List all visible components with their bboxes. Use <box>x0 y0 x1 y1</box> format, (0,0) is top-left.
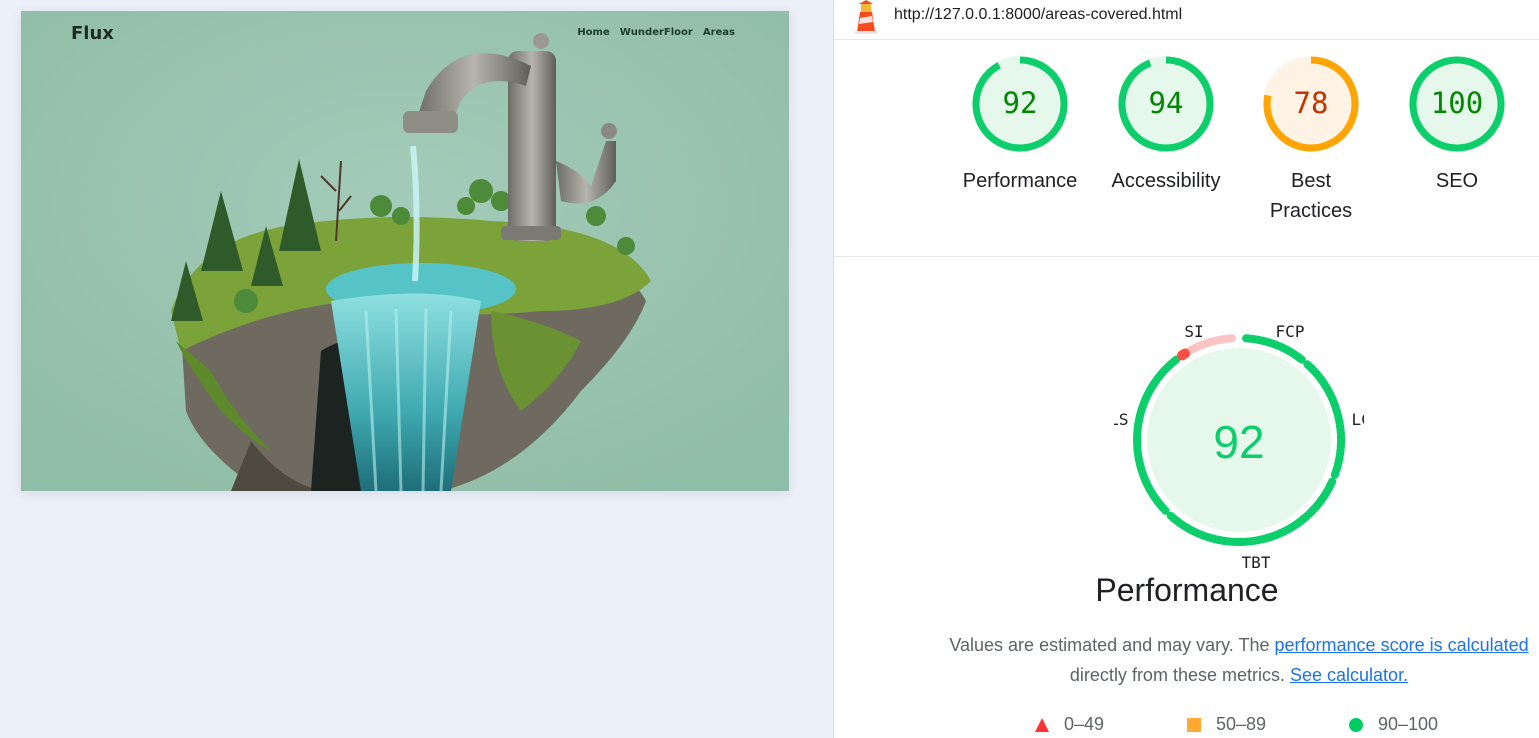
gauge-accessibility[interactable]: 94 Accessibility <box>1091 54 1241 196</box>
nav-areas[interactable]: Areas <box>703 27 735 38</box>
lighthouse-icon <box>855 0 877 34</box>
performance-title: Performance <box>1095 572 1279 608</box>
legend-pass: 90–100 <box>1348 714 1438 735</box>
performance-score: 92 <box>1213 416 1264 468</box>
gauge-label: SEO <box>1435 170 1479 192</box>
site-nav: Home WunderFloor Areas <box>577 27 735 38</box>
gauge-best-practices[interactable]: 78 Best Practices <box>1236 54 1386 226</box>
nav-home[interactable]: Home <box>577 27 609 38</box>
legend-range: 0–49 <box>1064 714 1105 734</box>
gauge-label: Accessibility <box>1111 170 1221 192</box>
legend-range: 50–89 <box>1216 714 1267 734</box>
gauge-score: 92 <box>1002 86 1038 120</box>
performance-metric-gauge[interactable]: 92 SI FCP LCP TBT CLS <box>1114 318 1364 578</box>
gauge-seo[interactable]: 100 SEO <box>1382 54 1532 196</box>
gauge-label: Performance <box>962 170 1078 192</box>
note-text-1: Values are estimated and may vary. The <box>949 635 1275 655</box>
score-gauges: 92 Performance 94 Accessibility 78 Best … <box>834 40 1539 257</box>
page-url[interactable]: http://127.0.0.1:8000/areas-covered.html <box>894 6 1182 24</box>
legend-average: 50–89 <box>1186 714 1266 735</box>
lighthouse-report: http://127.0.0.1:8000/areas-covered.html… <box>833 0 1539 738</box>
gauge-score: 94 <box>1148 86 1184 120</box>
metric-label-cls: CLS <box>1114 410 1128 429</box>
gauge-score: 100 <box>1430 86 1484 120</box>
gauge-score: 78 <box>1293 86 1329 120</box>
triangle-icon <box>1035 717 1049 732</box>
url-bar: http://127.0.0.1:8000/areas-covered.html <box>834 0 1539 40</box>
note-text-2: directly from these metrics. <box>1069 665 1285 685</box>
circle-icon <box>1349 717 1363 732</box>
score-legend: 0–49 50–89 90–100 <box>1034 714 1494 738</box>
square-icon <box>1187 717 1201 732</box>
metric-label-fcp: FCP <box>1276 322 1305 341</box>
metric-arc-si <box>1176 348 1190 361</box>
legend-range: 90–100 <box>1378 714 1439 734</box>
metric-label-tbt: TBT <box>1242 553 1271 572</box>
site-preview: Flux Home WunderFloor Areas <box>21 11 789 491</box>
nav-wunderfloor[interactable]: WunderFloor <box>620 27 693 38</box>
see-calculator-link[interactable]: See calculator. <box>1290 665 1408 685</box>
estimate-note: Values are estimated and may vary. The p… <box>944 630 1534 690</box>
hero-image <box>21 11 789 491</box>
metric-label-lcp: LCP <box>1352 410 1364 429</box>
gauge-label: Best Practices <box>1269 170 1353 222</box>
score-calculated-link[interactable]: performance score is calculated <box>1275 635 1529 655</box>
gauge-performance[interactable]: 92 Performance <box>945 54 1095 196</box>
metric-label-si: SI <box>1184 322 1203 341</box>
legend-fail: 0–49 <box>1034 714 1104 735</box>
site-brand[interactable]: Flux <box>71 23 114 44</box>
